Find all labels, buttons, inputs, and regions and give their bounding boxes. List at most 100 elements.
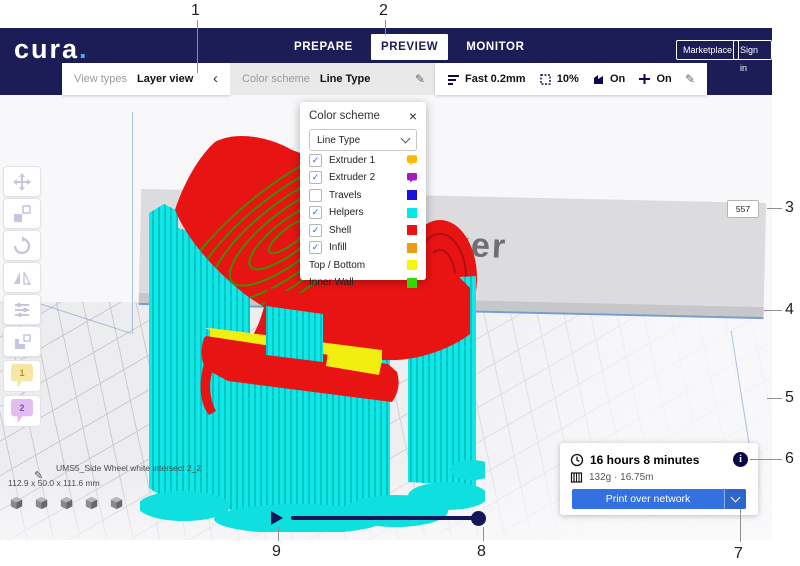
print-options-chevron[interactable] [725,489,746,509]
annotation-5-line [767,398,782,399]
rotate-icon [12,236,32,256]
annotation-3: 3 [785,199,794,217]
print-button-label: Print over network [572,493,724,505]
timeline-track[interactable] [291,516,479,520]
view-preset-front-icon[interactable] [33,495,50,512]
annotation-3-line [767,208,782,209]
rename-pencil-icon[interactable]: ✎ [34,469,43,482]
color-scheme-row-travels: Travels [309,187,417,204]
per-model-settings-button[interactable] [3,294,41,325]
annotation-8: 8 [477,543,486,561]
cura-logo: cura. [14,34,89,65]
view-preset-3d-icon[interactable] [8,495,25,512]
print-settings-panel[interactable]: Fast 0.2mm 10% On On ✎ [435,63,707,95]
view-preset-top-icon[interactable] [58,495,75,512]
adhesion-icon [638,73,651,86]
layer-height-icon [447,73,460,86]
annotation-5: 5 [785,389,794,407]
line-type-dropdown[interactable]: Line Type [309,129,417,151]
chevron-down-icon [731,493,741,503]
per-model-settings-icon [12,300,32,320]
checkbox-extruder-1[interactable]: ✓ [309,154,322,167]
adhesion-value: On [656,73,671,85]
print-over-network-button[interactable]: Print over network [572,489,746,509]
color-scheme-panel[interactable]: Color scheme Line Type ✎ [230,63,435,95]
left-toolbar: 1 2 [3,166,41,427]
color-swatch-inner-wall [407,278,417,288]
support-value: On [610,73,625,85]
annotation-2-line [385,20,386,35]
infill-icon [539,73,552,86]
row-label: Shell [329,225,407,236]
row-label: Top / Bottom [309,260,407,271]
collapse-icon[interactable]: ‹ [213,74,218,84]
row-label: Infill [329,242,407,253]
tab-prepare[interactable]: PREPARE [284,34,363,60]
color-swatch-shell [407,225,417,235]
move-tool-button[interactable] [3,166,41,197]
marketplace-button[interactable]: Marketplace [676,40,739,60]
annotation-6: 6 [785,450,794,468]
material-spool-icon [570,471,583,484]
color-scheme-popup: Color scheme × Line Type ✓Extruder 1✓Ext… [300,102,426,280]
color-scheme-row-shell: ✓ Shell [309,222,417,239]
view-types-label: View types [74,73,127,85]
annotation-7-line [740,509,741,542]
checkbox-extruder-2[interactable]: ✓ [309,171,322,184]
play-button[interactable] [271,511,283,525]
model-info: ✎ UMS5_Side Wheel white intersect 2_2 11… [8,463,201,512]
edit-pencil-icon[interactable]: ✎ [685,72,695,86]
view-preset-left-icon[interactable] [83,495,100,512]
print-time: 16 hours 8 minutes [590,453,727,467]
extruder-1-material-icon: 1 [11,364,33,388]
tab-preview[interactable]: PREVIEW [371,34,448,60]
row-label: Extruder 2 [329,172,407,183]
row-label: Travels [329,190,407,201]
color-swatch-helpers [407,208,417,218]
annotation-9-line [278,527,279,541]
mirror-tool-button[interactable] [3,262,41,293]
close-icon[interactable]: × [409,111,417,121]
annotation-4: 4 [785,301,794,319]
checkbox-travels[interactable] [309,189,322,202]
layer-number-box[interactable]: 557 [727,200,759,218]
view-preset-right-icon[interactable] [108,495,125,512]
extruder-2-button[interactable]: 2 [3,395,41,427]
edit-pencil-icon[interactable]: ✎ [415,72,425,86]
annotation-4-line [764,310,782,311]
support-blocker-button[interactable] [3,326,41,357]
support-blocker-icon [12,332,32,352]
logo-dot: . [79,34,89,64]
extruder-1-button[interactable]: 1 [3,360,41,392]
infill-value: 10% [557,73,579,85]
color-swatch-infill [407,243,417,253]
rotate-tool-button[interactable] [3,230,41,261]
cura-preview-screenshot: ker [0,0,800,566]
checkbox-infill[interactable]: ✓ [309,241,322,254]
scale-tool-button[interactable] [3,198,41,229]
chevron-down-icon [401,134,411,144]
dropdown-value: Line Type [317,135,360,146]
material-usage: 132g · 16.75m [589,472,654,483]
color-scheme-row-inner-wall: Inner Wall [309,275,417,292]
view-types-panel[interactable]: View types Layer view ‹ [62,63,230,95]
stage-tabs: PREPARE PREVIEW MONITOR [284,33,535,61]
popup-title: Color scheme [309,110,380,122]
checkbox-shell[interactable]: ✓ [309,224,322,237]
print-summary-card: 16 hours 8 minutes i 132g · 16.75m Print… [560,443,758,515]
buildvolume-edge-left [132,112,133,334]
row-label: Inner Wall [309,277,407,288]
color-scheme-rows: ✓Extruder 1✓Extruder 2Travels✓Helpers✓Sh… [309,152,417,291]
model-name: UMS5_Side Wheel white intersect 2_2 [56,463,201,473]
color-scheme-row-helpers: ✓Helpers [309,205,417,222]
signin-button[interactable]: Sign in [733,40,772,60]
info-icon[interactable]: i [733,452,748,467]
scale-icon [12,204,32,224]
view-presets [8,495,201,512]
annotation-8-line [483,527,484,541]
color-scheme-row-infill: ✓ Infill [309,240,417,257]
checkbox-helpers[interactable]: ✓ [309,206,322,219]
extruder-swatch-extruder-1 [407,155,417,165]
tab-monitor[interactable]: MONITOR [456,34,534,60]
timeline-handle[interactable] [471,511,486,526]
